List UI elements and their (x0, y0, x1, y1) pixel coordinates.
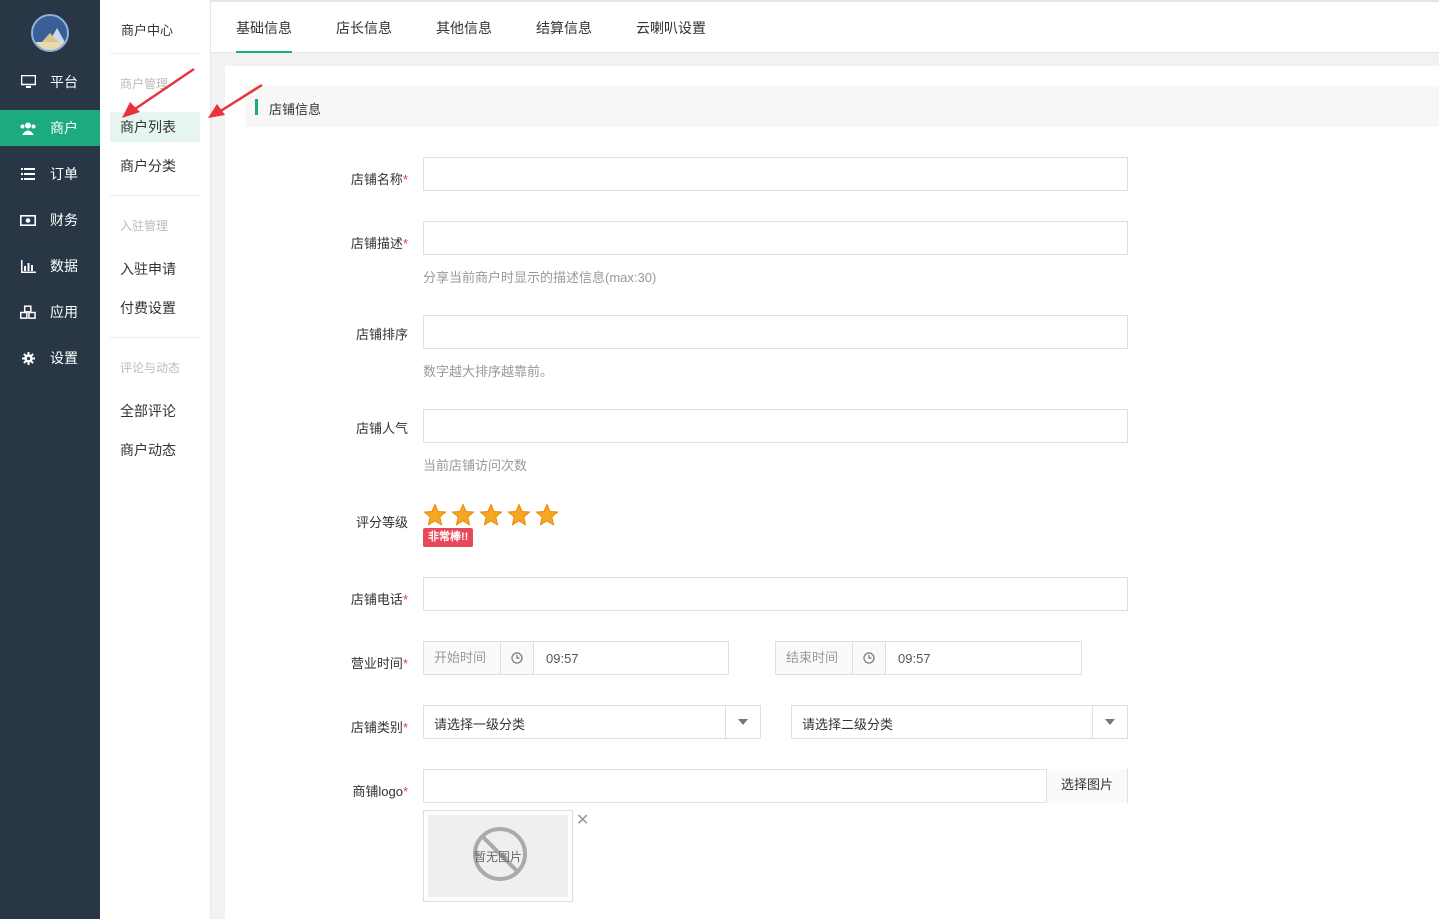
star-icon[interactable] (451, 503, 475, 527)
tab-manager-info[interactable]: 店长信息 (336, 2, 392, 53)
bar-chart-icon (20, 258, 36, 274)
field-label-hours: 营业时间* (350, 656, 408, 671)
tab-bar: 基础信息 店长信息 其他信息 结算信息 云喇叭设置 (211, 0, 1439, 53)
tab-other-info[interactable]: 其他信息 (436, 2, 492, 53)
nav-label: 应用 (50, 304, 78, 320)
main-sidebar: 平台 商户 订单 财务 数据 应用 设置 (0, 0, 100, 919)
section-header: 店铺信息 (245, 86, 1439, 127)
annotation-arrow-2 (208, 83, 263, 118)
clock-icon (501, 642, 534, 674)
sub-sidebar-title: 商户中心 (121, 23, 174, 38)
category-level1-select[interactable]: 请选择一级分类 (423, 705, 761, 739)
sub-item-all-comments[interactable]: 全部评论 (110, 396, 200, 426)
monitor-icon (20, 74, 36, 90)
group-join-manage: 入驻管理 (120, 219, 169, 233)
star-icon[interactable] (507, 503, 531, 527)
tab-basic-info[interactable]: 基础信息 (236, 2, 292, 53)
field-label-phone: 店铺电话* (350, 592, 408, 607)
users-icon (20, 120, 36, 136)
rating-badge: 非常棒!! (423, 528, 474, 547)
store-popularity-input[interactable] (423, 409, 1128, 443)
sub-item-fee-settings[interactable]: 付费设置 (110, 293, 200, 323)
remove-image-icon[interactable]: ✕ (576, 810, 589, 830)
app-logo[interactable] (31, 14, 69, 52)
star-icon[interactable] (535, 503, 559, 527)
sub-item-join-apply[interactable]: 入驻申请 (110, 254, 200, 284)
nav-label: 订单 (50, 166, 78, 182)
start-time-picker[interactable]: 开始时间 09:57 (423, 641, 729, 675)
clock-icon (853, 642, 886, 674)
cubes-icon (20, 304, 36, 320)
desc-help: 分享当前商户时显示的描述信息(max:30) (423, 270, 657, 285)
popularity-help: 当前店铺访问次数 (423, 458, 528, 473)
nav-platform[interactable]: 平台 (0, 64, 100, 100)
select-value: 请选择二级分类 (802, 717, 894, 732)
sort-help: 数字越大排序越靠前。 (423, 364, 554, 379)
nav-finance[interactable]: 财务 (0, 202, 100, 238)
section-title: 店铺信息 (269, 102, 322, 117)
select-image-button[interactable]: 选择图片 (1046, 769, 1127, 803)
store-desc-input[interactable] (423, 221, 1128, 255)
money-icon (20, 212, 36, 228)
nav-label: 平台 (50, 74, 78, 90)
chevron-down-icon (1092, 706, 1127, 738)
nav-merchant[interactable]: 商户 (0, 110, 100, 146)
nav-label: 商户 (50, 120, 78, 136)
no-image-text: 暂无图片 (473, 850, 522, 864)
start-time-value: 09:57 (546, 650, 579, 666)
field-label-rating: 评分等级 (355, 515, 408, 530)
field-label-sort: 店铺排序 (355, 327, 408, 342)
nav-label: 设置 (50, 350, 78, 366)
end-time-label: 结束时间 (776, 642, 853, 674)
divider (110, 195, 200, 196)
rating-stars[interactable] (423, 503, 563, 527)
sub-item-merchant-category[interactable]: 商户分类 (110, 151, 200, 181)
end-time-value: 09:57 (898, 650, 931, 666)
select-value: 请选择一级分类 (434, 717, 526, 732)
gear-icon (20, 350, 36, 366)
store-sort-input[interactable] (423, 315, 1128, 349)
store-name-input[interactable] (423, 157, 1128, 191)
sub-item-merchant-moments[interactable]: 商户动态 (110, 435, 200, 465)
logo-preview: 暂无图片 (423, 810, 573, 902)
end-time-picker[interactable]: 结束时间 09:57 (775, 641, 1082, 675)
field-label-desc: 店铺描述* (350, 236, 408, 251)
logo-url-input[interactable]: 选择图片 (423, 769, 1128, 803)
annotation-arrow-1 (122, 67, 195, 118)
star-icon[interactable] (423, 503, 447, 527)
group-review: 评论与动态 (120, 361, 181, 375)
nav-label: 财务 (50, 212, 78, 228)
store-phone-input[interactable] (423, 577, 1128, 611)
tab-cloud-speaker[interactable]: 云喇叭设置 (636, 2, 706, 53)
nav-orders[interactable]: 订单 (0, 156, 100, 192)
divider (110, 337, 200, 338)
nav-settings[interactable]: 设置 (0, 340, 100, 376)
field-label-popularity: 店铺人气 (355, 421, 408, 436)
star-icon[interactable] (479, 503, 503, 527)
nav-apps[interactable]: 应用 (0, 294, 100, 330)
start-time-label: 开始时间 (424, 642, 501, 674)
field-label-name: 店铺名称* (350, 172, 408, 187)
divider (110, 53, 200, 54)
chevron-down-icon (725, 706, 760, 738)
form-panel: 店铺信息 店铺名称* 店铺描述* 分享当前商户时显示的描述信息(max:30) … (225, 66, 1439, 919)
field-label-category: 店铺类别* (350, 720, 408, 735)
nav-label: 数据 (50, 258, 78, 274)
category-level2-select[interactable]: 请选择二级分类 (791, 705, 1128, 739)
tab-settlement-info[interactable]: 结算信息 (536, 2, 592, 53)
list-icon (20, 166, 36, 182)
field-label-logo: 商铺logo* (352, 784, 408, 799)
nav-data[interactable]: 数据 (0, 248, 100, 284)
secondary-sidebar: 商户中心 商户管理 商户列表 商户分类 入驻管理 入驻申请 付费设置 评论与动态… (100, 0, 211, 919)
